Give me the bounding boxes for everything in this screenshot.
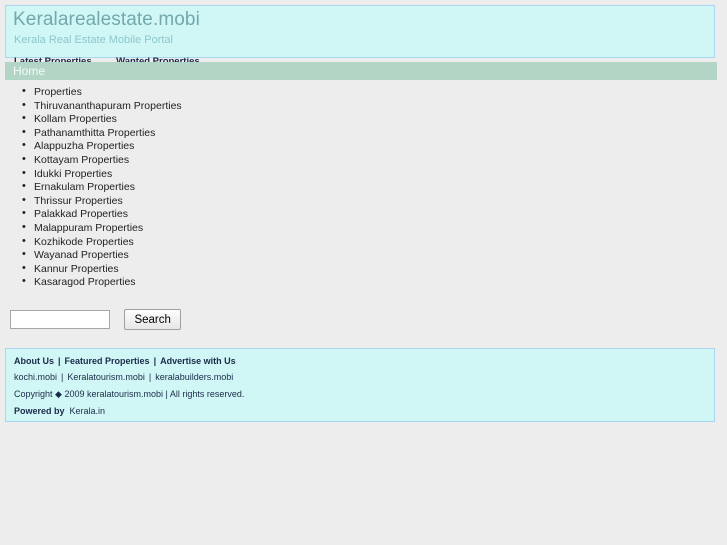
copyright-prefix: Copyright	[14, 389, 53, 399]
footer-powered-by: Powered by Kerala.in	[14, 406, 105, 416]
search-form: Search	[10, 309, 181, 330]
list-item[interactable]: Kollam Properties	[22, 112, 727, 127]
footer-link-keralatourism-mobi[interactable]: Keralatourism.mobi	[67, 372, 145, 382]
footer-links-row-2: kochi.mobi | Keralatourism.mobi | keralabuil…	[14, 372, 233, 382]
footer-link-kochi-mobi[interactable]: kochi.mobi	[14, 372, 57, 382]
list-item[interactable]: Thrissur Properties	[22, 194, 727, 209]
list-item-link[interactable]: Malappuram Properties	[34, 222, 143, 234]
breadcrumb-bar: Home	[5, 62, 717, 80]
list-item-link[interactable]: Palakkad Properties	[34, 208, 128, 220]
search-button[interactable]: Search	[124, 309, 181, 330]
list-item-link[interactable]: Idukki Properties	[34, 168, 112, 180]
list-item-link[interactable]: Thiruvananthapuram Properties	[34, 100, 182, 112]
list-item[interactable]: Kozhikode Properties	[22, 235, 727, 250]
site-footer: About Us | Featured Properties | Advertise w…	[5, 348, 715, 422]
footer-separator: |	[61, 372, 64, 382]
list-item-link[interactable]: Properties	[34, 86, 82, 98]
page-root: Keralarealestate.mobi Kerala Real Estate…	[0, 0, 727, 545]
list-item[interactable]: Idukki Properties	[22, 167, 727, 182]
list-item-link[interactable]: Thrissur Properties	[34, 195, 123, 207]
list-item-link[interactable]: Kottayam Properties	[34, 154, 129, 166]
footer-copyright: Copyright ◆ 2009 keralatourism.mobi | Al…	[14, 389, 244, 400]
list-item[interactable]: Ernakulam Properties	[22, 180, 727, 195]
list-item[interactable]: Kottayam Properties	[22, 153, 727, 168]
list-item-link[interactable]: Kasaragod Properties	[34, 276, 136, 288]
footer-link-featured-properties[interactable]: Featured Properties	[65, 356, 150, 366]
list-item-link[interactable]: Wayanad Properties	[34, 249, 129, 261]
site-header: Keralarealestate.mobi Kerala Real Estate…	[5, 5, 715, 67]
footer-link-keralabuilders-mobi[interactable]: keralabuilders.mobi	[155, 372, 233, 382]
list-item[interactable]: Pathanamthitta Properties	[22, 126, 727, 141]
site-subtitle: Kerala Real Estate Mobile Portal	[14, 34, 173, 46]
footer-links-row-1: About Us | Featured Properties | Advertise w…	[14, 356, 236, 366]
site-title: Keralarealestate.mobi	[13, 9, 200, 30]
powered-by-label: Powered by	[14, 406, 65, 416]
footer-link-kerala-in[interactable]: Kerala.in	[65, 406, 106, 416]
breadcrumb-home-label: Home	[13, 64, 46, 78]
list-item[interactable]: Palakkad Properties	[22, 207, 727, 222]
list-item[interactable]: Properties	[22, 85, 727, 100]
list-item[interactable]: Alappuzha Properties	[22, 139, 727, 154]
search-input[interactable]	[10, 310, 110, 329]
district-property-list: Properties Thiruvananthapuram Properties…	[0, 85, 727, 290]
list-item-link[interactable]: Kollam Properties	[34, 113, 117, 125]
footer-link-about-us[interactable]: About Us	[14, 356, 54, 366]
list-item[interactable]: Wayanad Properties	[22, 248, 727, 263]
main-content: Properties Thiruvananthapuram Properties…	[0, 85, 727, 290]
list-item-link[interactable]: Kannur Properties	[34, 263, 119, 275]
list-item-link[interactable]: Kozhikode Properties	[34, 236, 134, 248]
list-item[interactable]: Kasaragod Properties	[22, 275, 727, 290]
replacement-character-icon: ◆	[55, 390, 62, 400]
footer-separator: |	[153, 356, 157, 366]
copyright-suffix: 2009 keralatourism.mobi | All rights res…	[64, 389, 245, 399]
list-item-link[interactable]: Pathanamthitta Properties	[34, 127, 155, 139]
list-item[interactable]: Thiruvananthapuram Properties	[22, 99, 727, 114]
footer-separator: |	[148, 372, 152, 382]
footer-separator: |	[58, 356, 61, 366]
list-item[interactable]: Malappuram Properties	[22, 221, 727, 236]
list-item-link[interactable]: Alappuzha Properties	[34, 140, 134, 152]
list-item[interactable]: Kannur Properties	[22, 262, 727, 277]
footer-link-advertise-with-us[interactable]: Advertise with Us	[160, 356, 236, 366]
list-item-link[interactable]: Ernakulam Properties	[34, 181, 135, 193]
